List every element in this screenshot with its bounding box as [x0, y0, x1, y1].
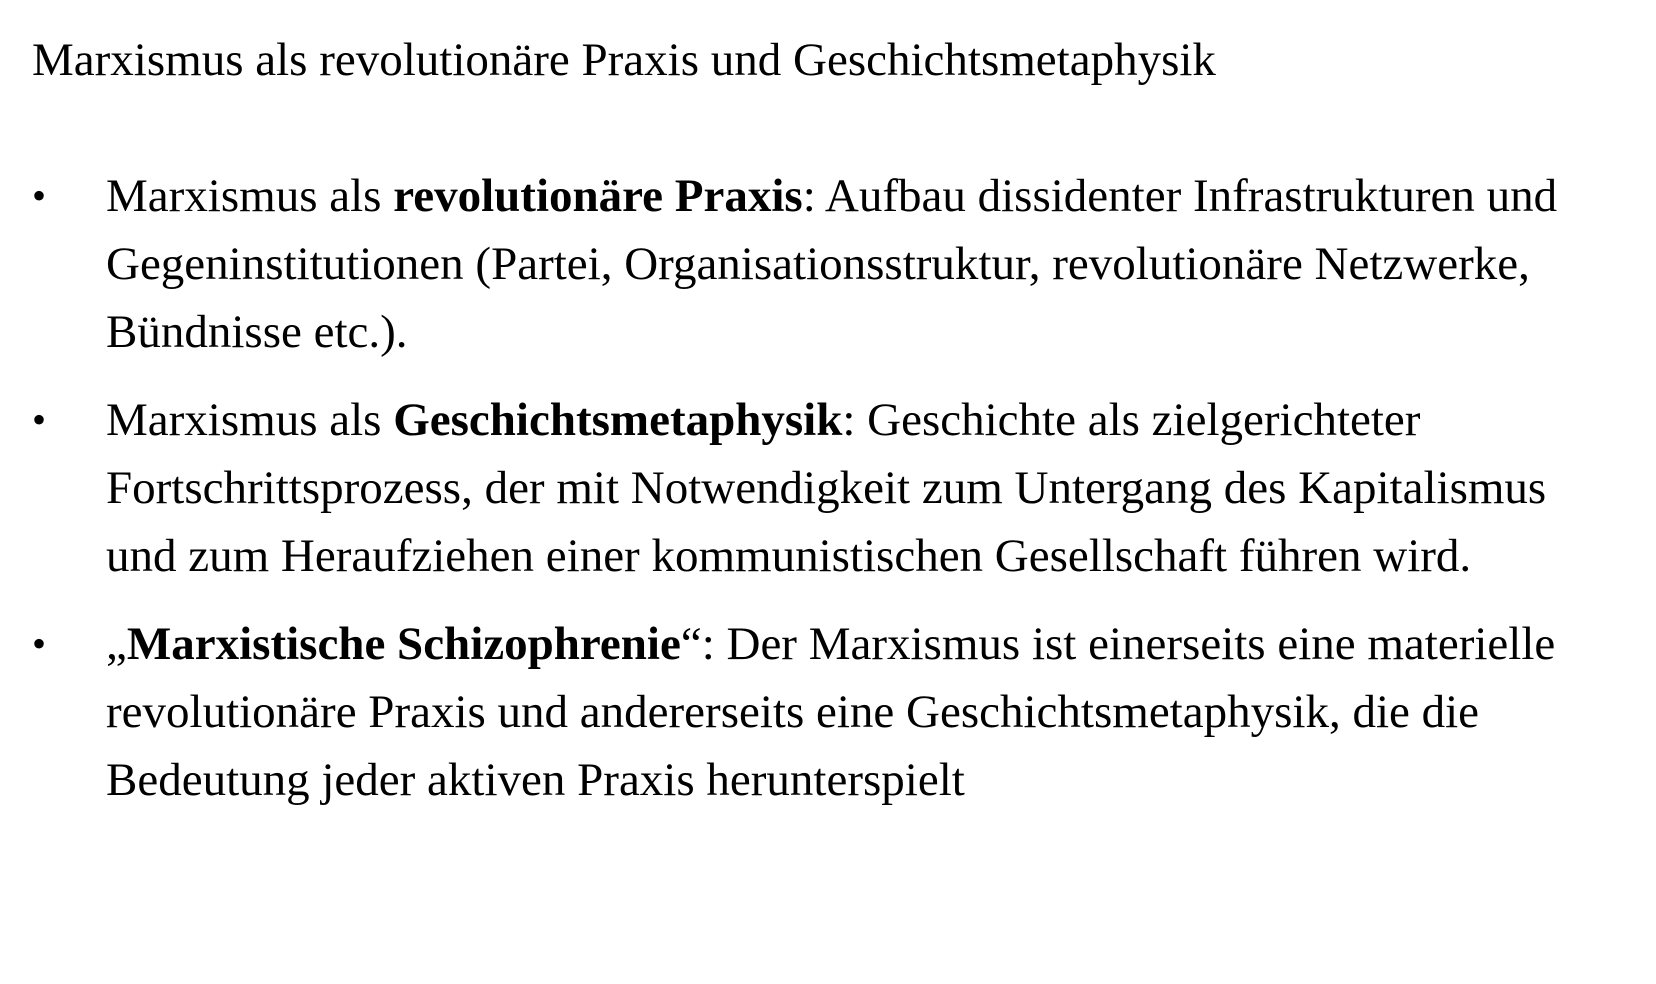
bullet-list: • Marxismus als revolutionäre Praxis: Au…: [0, 162, 1600, 834]
bullet-item-revolutionary-practice: • Marxismus als revolutionäre Praxis: Au…: [0, 162, 1586, 366]
bullet-marker: •: [32, 621, 47, 666]
bullet-text: „Marxistische Schizophrenie“: Der Marxis…: [106, 618, 1555, 806]
bullet-text: Marxismus als Geschichtsmetaphysik: Gesc…: [106, 394, 1546, 582]
bullet-prefix: Marxismus als: [106, 170, 394, 222]
bullet-keyword: Marxistische Schizophrenie: [126, 618, 681, 670]
bullet-keyword: Geschichtsmetaphysik: [393, 394, 843, 446]
bullet-item-history-metaphysics: • Marxismus als Geschichtsmetaphysik: Ge…: [0, 386, 1586, 590]
bullet-prefix: „: [106, 618, 127, 670]
bullet-keyword: revolutionäre Praxis: [393, 170, 803, 222]
bullet-prefix: Marxismus als: [106, 394, 394, 446]
bullet-text: Marxismus als revolutionäre Praxis: Aufb…: [106, 170, 1557, 358]
bullet-item-marxist-schizophrenia: • „Marxistische Schizophrenie“: Der Marx…: [0, 610, 1586, 814]
bullet-marker: •: [32, 173, 47, 218]
slide-title: Marxismus als revolutionäre Praxis und G…: [32, 34, 1216, 86]
slide: Marxismus als revolutionäre Praxis und G…: [0, 0, 1656, 984]
bullet-marker: •: [32, 397, 47, 442]
